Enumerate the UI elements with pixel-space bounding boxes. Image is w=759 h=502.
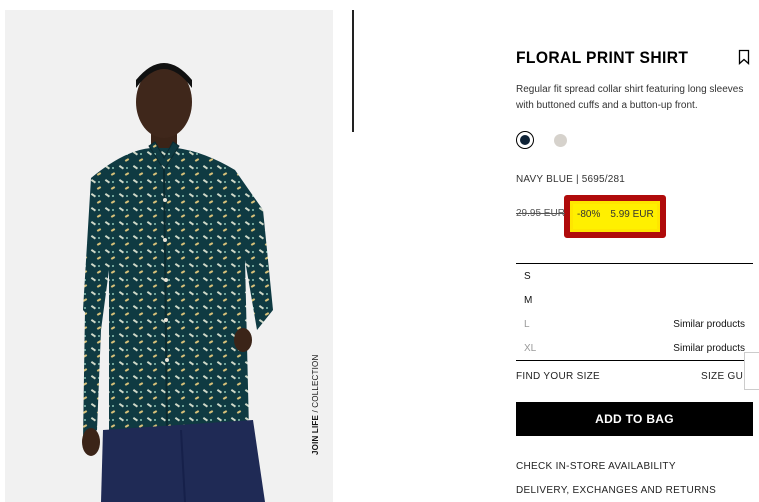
add-to-bag-button[interactable]: ADD TO BAG bbox=[516, 402, 753, 436]
check-store-availability-link[interactable]: CHECK IN-STORE AVAILABILITY bbox=[516, 461, 676, 472]
size-option-xl[interactable]: XL Similar products bbox=[516, 336, 753, 360]
size-option-m[interactable]: M bbox=[516, 288, 753, 312]
model-photo bbox=[82, 63, 273, 502]
color-swatch-navy[interactable] bbox=[516, 131, 534, 149]
side-panel-tab[interactable] bbox=[744, 352, 759, 390]
product-details: FLORAL PRINT SHIRT Regular fit spread co… bbox=[516, 0, 759, 502]
original-price: 29.95 EUR bbox=[516, 208, 565, 219]
delivery-returns-link[interactable]: DELIVERY, EXCHANGES AND RETURNS bbox=[516, 485, 716, 496]
size-label: S bbox=[524, 271, 531, 282]
size-option-s[interactable]: S bbox=[516, 264, 753, 288]
size-label: XL bbox=[524, 343, 537, 354]
similar-products-link[interactable]: Similar products bbox=[673, 319, 745, 330]
product-description: Regular fit spread collar shirt featurin… bbox=[516, 84, 744, 111]
size-label: L bbox=[524, 319, 530, 330]
color-swatch-grey[interactable] bbox=[554, 134, 567, 147]
size-selector: S M L Similar products XL Similar produc… bbox=[516, 263, 753, 361]
size-label: M bbox=[524, 295, 533, 306]
similar-products-link[interactable]: Similar products bbox=[673, 343, 745, 354]
product-image[interactable]: JOIN LIFE / COLLECTION bbox=[5, 10, 333, 502]
gallery-scroll-indicator[interactable] bbox=[352, 10, 354, 132]
collection-caption: JOIN LIFE / COLLECTION bbox=[311, 354, 320, 455]
find-your-size-link[interactable]: FIND YOUR SIZE bbox=[516, 371, 600, 382]
size-option-l[interactable]: L Similar products bbox=[516, 312, 753, 336]
color-reference: NAVY BLUE | 5695/281 bbox=[516, 174, 626, 185]
bookmark-icon[interactable] bbox=[738, 49, 750, 65]
product-title: FLORAL PRINT SHIRT bbox=[516, 48, 689, 67]
